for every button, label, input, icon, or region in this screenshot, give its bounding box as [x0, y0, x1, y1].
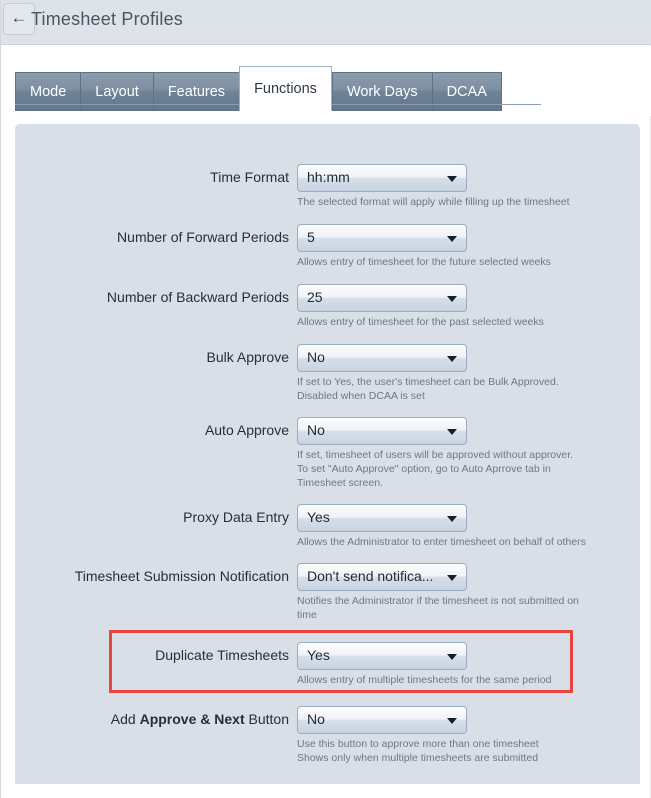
row-label: Number of Forward Periods [117, 229, 289, 245]
tab-functions[interactable]: Functions [239, 66, 332, 111]
chevron-down-icon [447, 176, 457, 182]
row-auto-approve: Auto Approve No If set, timesheet of use… [15, 417, 640, 490]
row-help-text: Allows entry of multiple timesheets for … [297, 674, 552, 686]
duplicate-timesheets-select[interactable]: Yes [297, 642, 467, 670]
select-value: hh:mm [307, 169, 350, 185]
tab-mode[interactable]: Mode [15, 72, 81, 111]
row-approve-next-button: Add Approve & Next Button No Use this bu… [15, 706, 640, 765]
tab-bar-area: Mode Layout Features Functions Work Days… [1, 46, 651, 116]
select-value: No [307, 422, 325, 438]
row-time-format: Time Format hh:mm The selected format wi… [15, 164, 640, 209]
field-column: hh:mm The selected format will apply whi… [297, 164, 570, 209]
field-column: Don't send notifica... Notifies the Admi… [297, 563, 579, 622]
chevron-down-icon [447, 236, 457, 242]
tab-label: DCAA [446, 83, 487, 100]
row-label-suffix: Button [244, 711, 290, 727]
field-column: 25 Allows entry of timesheet for the pas… [297, 284, 544, 329]
timesheet-profiles-window: ← Timesheet Profiles Mode Layout Feature… [0, 0, 651, 798]
row-label: Timesheet Submission Notification [74, 568, 289, 584]
tab-features[interactable]: Features [152, 72, 240, 111]
row-label-prefix: Add [110, 711, 140, 727]
row-submission-notification: Timesheet Submission Notification Don't … [15, 563, 640, 622]
tab-layout[interactable]: Layout [80, 72, 153, 111]
select-value: No [307, 349, 325, 365]
field-column: No If set to Yes, the user's timesheet c… [297, 344, 559, 403]
tab-dcaa[interactable]: DCAA [431, 72, 502, 111]
row-help-text: Allows entry of timesheet for the past s… [297, 316, 544, 328]
tab-label: Work Days [346, 83, 418, 100]
chevron-down-icon [447, 575, 457, 581]
select-value: Yes [307, 647, 330, 663]
row-label: Bulk Approve [206, 349, 290, 365]
chevron-down-icon [447, 654, 457, 660]
row-help-text: Use this button to approve more than one… [297, 738, 539, 764]
page-header: ← Timesheet Profiles [1, 0, 651, 45]
row-forward-periods: Number of Forward Periods 5 Allows entry… [15, 224, 640, 269]
row-help-text: The selected format will apply while fil… [297, 196, 570, 208]
row-label-bold: Approve & Next [139, 711, 245, 727]
field-column: 5 Allows entry of timesheet for the futu… [297, 224, 551, 269]
chevron-down-icon [447, 356, 457, 362]
time-format-select[interactable]: hh:mm [297, 164, 467, 192]
row-help-text: Notifies the Administrator if the timesh… [297, 595, 579, 621]
field-column: Yes Allows the Administrator to enter ti… [297, 504, 586, 549]
row-label: Auto Approve [204, 422, 289, 438]
chevron-down-icon [447, 516, 457, 522]
tab-work-days[interactable]: Work Days [331, 72, 432, 111]
functions-settings-panel: Time Format hh:mm The selected format wi… [15, 124, 640, 784]
chevron-down-icon [447, 429, 457, 435]
tab-label: Functions [254, 80, 317, 97]
select-value: 25 [307, 289, 323, 305]
select-value: Don't send notifica... [307, 568, 434, 584]
row-help-text: If set, timesheet of users will be appro… [297, 449, 574, 489]
select-value: Yes [307, 509, 330, 525]
row-label: Add Approve & Next Button [15, 706, 289, 727]
row-label: Proxy Data Entry [183, 509, 289, 525]
tab-label: Features [167, 83, 226, 100]
chevron-down-icon [447, 718, 457, 724]
submission-notification-select[interactable]: Don't send notifica... [297, 563, 467, 591]
row-help-text: Allows the Administrator to enter timesh… [297, 536, 586, 548]
tab-label: Layout [95, 83, 139, 100]
approve-next-button-select[interactable]: No [297, 706, 467, 734]
row-label: Number of Backward Periods [106, 289, 289, 305]
select-value: 5 [307, 229, 315, 245]
row-label: Time Format [210, 169, 289, 185]
row-bulk-approve: Bulk Approve No If set to Yes, the user'… [15, 344, 640, 403]
bulk-approve-select[interactable]: No [297, 344, 467, 372]
page-title: Timesheet Profiles [31, 9, 183, 29]
field-column: No If set, timesheet of users will be ap… [297, 417, 573, 490]
row-proxy-data-entry: Proxy Data Entry Yes Allows the Administ… [15, 504, 640, 549]
field-column: No Use this button to approve more than … [297, 706, 539, 765]
row-backward-periods: Number of Backward Periods 25 Allows ent… [15, 284, 640, 329]
row-help-text: Allows entry of timesheet for the future… [297, 256, 551, 268]
auto-approve-select[interactable]: No [297, 417, 467, 445]
row-duplicate-timesheets: Duplicate Timesheets Yes Allows entry of… [15, 642, 640, 687]
backward-periods-select[interactable]: 25 [297, 284, 467, 312]
tab-label: Mode [30, 83, 67, 100]
field-column: Yes Allows entry of multiple timesheets … [297, 642, 551, 687]
chevron-down-icon [447, 296, 457, 302]
row-label: Duplicate Timesheets [155, 647, 289, 663]
row-help-text: If set to Yes, the user's timesheet can … [297, 376, 559, 402]
select-value: No [307, 711, 325, 727]
forward-periods-select[interactable]: 5 [297, 224, 467, 252]
proxy-data-entry-select[interactable]: Yes [297, 504, 467, 532]
